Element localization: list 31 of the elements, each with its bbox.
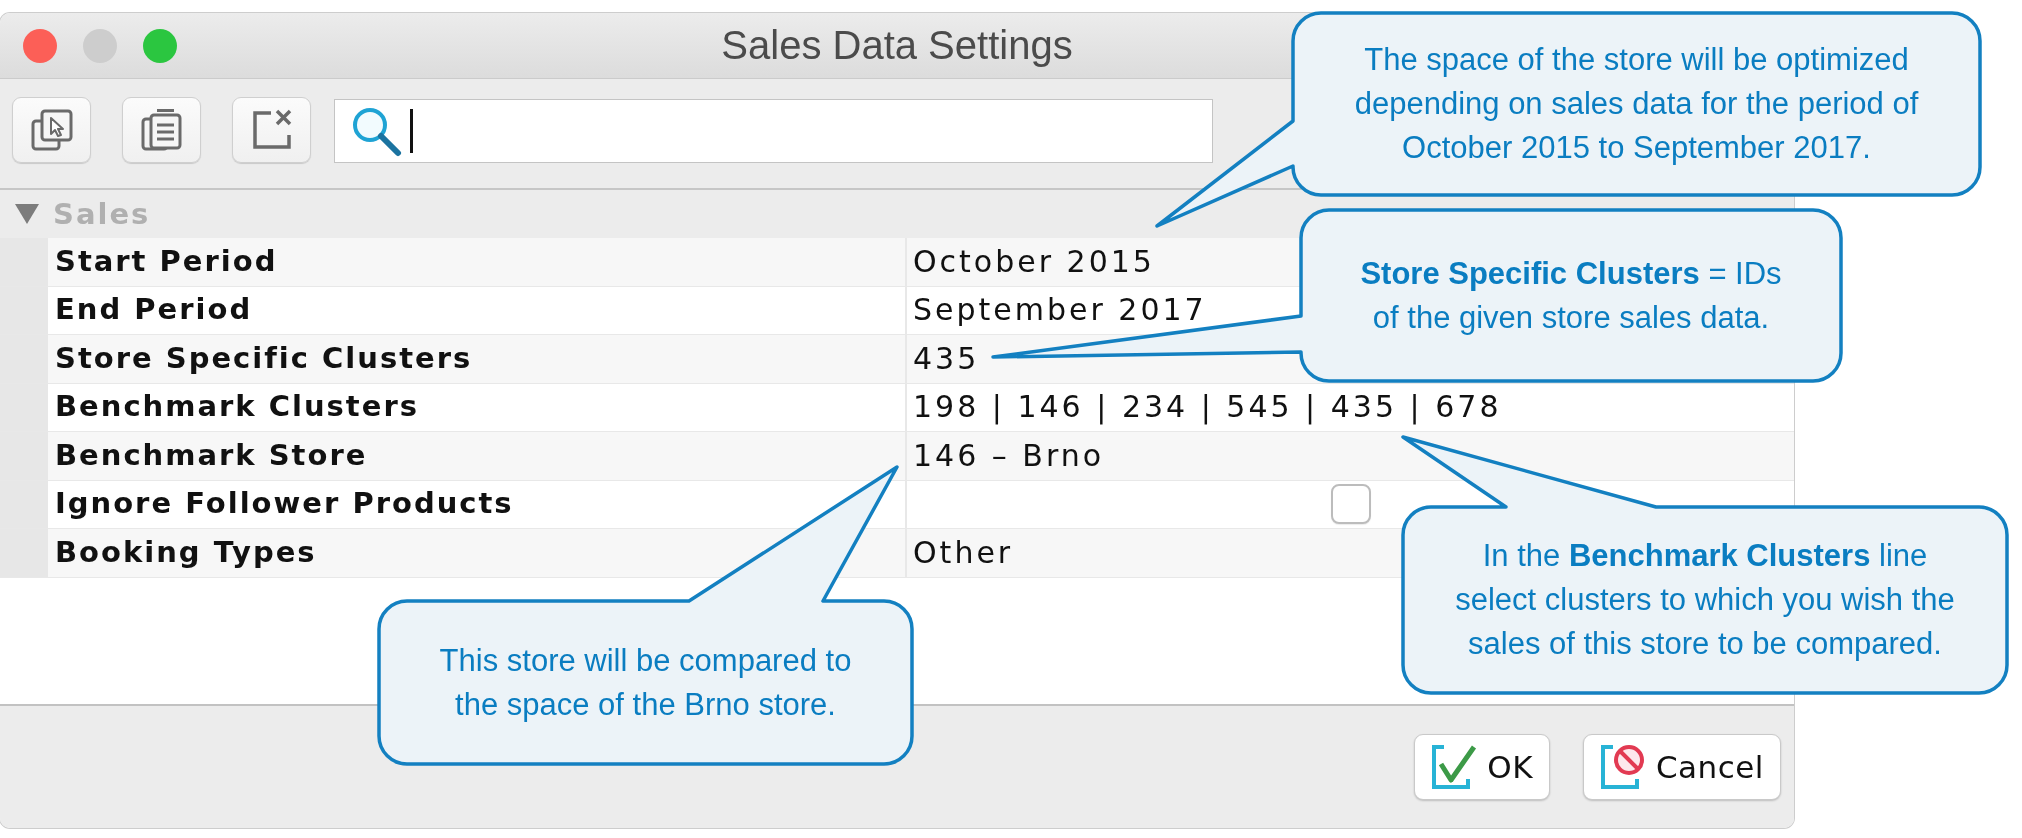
property-name: Start Period <box>55 245 278 278</box>
property-name: Booking Types <box>55 536 317 569</box>
search-icon <box>350 105 402 157</box>
toolbar-button[interactable] <box>122 97 201 163</box>
checkbox[interactable] <box>1330 484 1371 525</box>
callout-text: In the Benchmark Clusters line select clusters to which you wish the sales of this store to be compared. <box>1454 537 1956 663</box>
callout-text: Store Specific Clusters = IDs of the given store sales data. <box>1359 254 1783 337</box>
property-value[interactable]: 198 | 146 | 234 | 545 | 435 | 678 <box>913 392 1502 423</box>
toolbar-button[interactable] <box>232 97 311 163</box>
toolbar-button[interactable] <box>12 97 91 163</box>
property-value[interactable]: 146 – Brno <box>913 440 1105 471</box>
callout-text: The space of the store will be optimized depending on sales data for the period of October 2015 to September 2017. <box>1353 41 1920 167</box>
property-value[interactable]: 435 <box>913 343 980 374</box>
ok-button[interactable]: OK <box>1414 734 1550 800</box>
cancel-button[interactable]: Cancel <box>1582 734 1781 800</box>
zoom-button[interactable] <box>143 28 177 63</box>
property-value[interactable]: Other <box>913 537 1014 568</box>
minimize-button[interactable] <box>83 28 117 63</box>
property-name: End Period <box>55 294 253 327</box>
section-title: Sales <box>53 197 151 231</box>
property-value[interactable]: September 2017 <box>913 295 1207 326</box>
text-caret-icon <box>410 109 413 153</box>
callout-text: This store will be compared to the space of the Brno store. <box>438 641 853 724</box>
property-value[interactable]: October 2015 <box>913 246 1155 277</box>
property-name: Benchmark Clusters <box>55 391 419 424</box>
search-field[interactable] <box>334 99 1213 163</box>
property-name: Ignore Follower Products <box>55 488 514 521</box>
window-title: Sales Data Settings <box>721 23 1073 68</box>
property-name: Store Specific Clusters <box>55 342 473 375</box>
close-button[interactable] <box>23 28 57 63</box>
property-name: Benchmark Store <box>55 439 368 472</box>
